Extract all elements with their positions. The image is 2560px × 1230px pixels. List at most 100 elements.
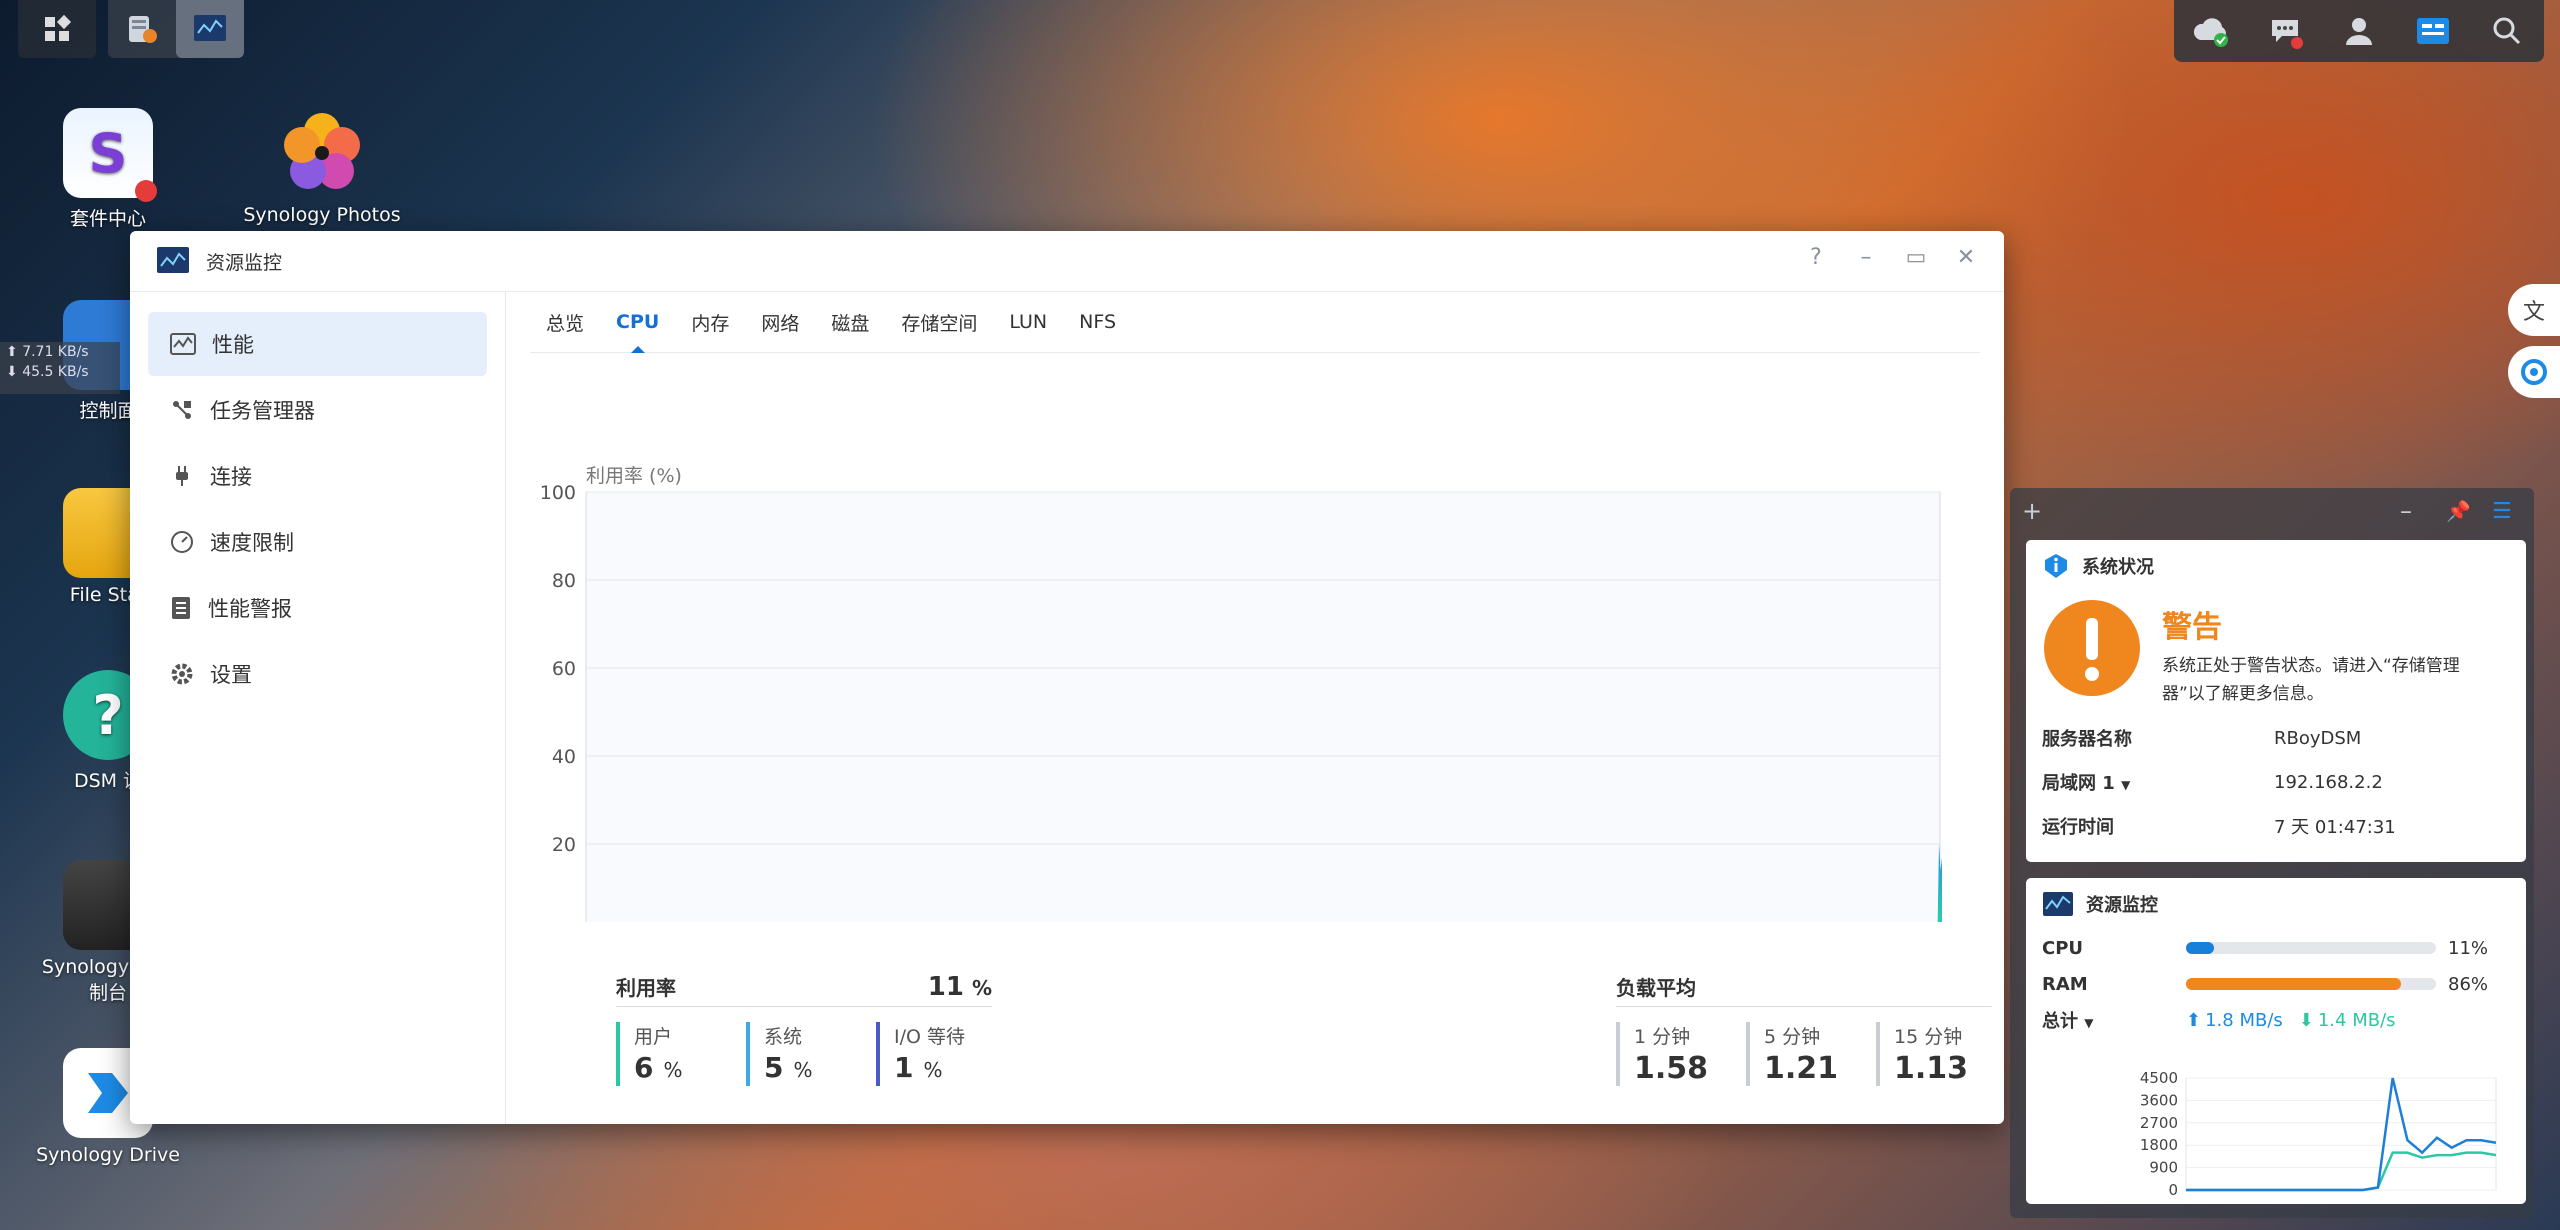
load-value: 1.21 — [1764, 1051, 1839, 1086]
mini-y-tick: 2700 — [2140, 1114, 2178, 1132]
panel-collapse-icon[interactable]: ☰ — [2492, 499, 2522, 524]
chevron-down-icon[interactable]: ▼ — [2121, 778, 2130, 792]
sidebar-item-label: 设置 — [210, 663, 252, 687]
y-tick-label: 40 — [552, 746, 576, 768]
tab-network[interactable]: 网络 — [745, 292, 815, 352]
translate-button[interactable]: 文 — [2508, 284, 2560, 336]
stat-value: 5 — [764, 1051, 784, 1084]
minimize-button[interactable]: – — [1852, 243, 1880, 271]
sidebar-item-task-manager[interactable]: 任务管理器 — [148, 378, 487, 442]
tab-disk[interactable]: 磁盘 — [815, 292, 885, 352]
resource-monitor-icon — [2043, 892, 2073, 916]
sidebar-item-connections[interactable]: 连接 — [148, 444, 487, 508]
load-label: 1 分钟 — [1634, 1026, 1691, 1048]
sidebar-item-label: 速度限制 — [210, 531, 294, 555]
report-icon — [172, 597, 190, 619]
tab-nfs[interactable]: NFS — [1063, 292, 1132, 352]
sidebar-item-settings[interactable]: 设置 — [148, 642, 487, 706]
ram-usage-row: RAM 86% — [2026, 966, 2526, 1002]
unread-dot — [2291, 37, 2303, 49]
mini-y-tick: 3600 — [2140, 1091, 2178, 1109]
stat-system: 系统 5% — [746, 1022, 813, 1086]
stat-value: 1 — [894, 1051, 914, 1084]
status-text: 警告 — [2162, 610, 2222, 645]
user-menu-button[interactable] — [2337, 9, 2381, 53]
widgets-icon — [2417, 18, 2449, 44]
load-1min: 1 分钟 1.58 — [1616, 1022, 1708, 1086]
pin-icon[interactable]: 📌 — [2446, 499, 2492, 523]
load-average-header: 负载平均 — [1616, 972, 1992, 1007]
minimize-widget-icon[interactable]: – — [2400, 497, 2446, 525]
tab-cpu[interactable]: CPU — [600, 292, 675, 353]
cpu-bar-fill — [2186, 942, 2214, 954]
plug-icon — [176, 466, 188, 486]
help-button[interactable]: ? — [1802, 243, 1830, 271]
cloud-check-icon — [2193, 18, 2228, 47]
sidebar-item-speed-limit[interactable]: 速度限制 — [148, 510, 487, 574]
add-widget-icon[interactable]: + — [2022, 497, 2052, 525]
cpu-label: CPU — [2042, 937, 2084, 959]
mini-y-tick: 1800 — [2140, 1136, 2178, 1154]
main-menu-button[interactable] — [18, 0, 96, 58]
y-tick-label: 60 — [552, 658, 576, 680]
status-message-line2: 器”以了解更多信息。 — [2162, 684, 2324, 704]
ram-value: 86% — [2448, 973, 2489, 995]
cloud-sync-button[interactable] — [2189, 9, 2233, 53]
desktop-icon-package-center[interactable]: S 套件中心 — [18, 108, 198, 231]
widgets-button[interactable] — [2411, 9, 2455, 53]
upload-speed: 7.71 KB/s — [22, 344, 89, 360]
window-title: 资源监控 — [206, 251, 283, 274]
warning-icon — [2044, 600, 2140, 696]
stat-unit: % — [663, 1058, 683, 1082]
cpu-bar — [2186, 942, 2436, 954]
card-title: 系统状况 — [2082, 557, 2154, 578]
translate-icon: 文 — [2522, 300, 2545, 325]
tab-lun[interactable]: LUN — [993, 292, 1063, 352]
sidebar-item-label: 性能 — [212, 333, 254, 357]
close-button[interactable]: ✕ — [1952, 243, 1980, 271]
window-titlebar[interactable]: 资源监控 — [130, 231, 2004, 292]
utilization-unit: % — [971, 976, 992, 1000]
desktop-icon-synology-photos[interactable]: Synology Photos — [232, 108, 412, 226]
lan-dropdown[interactable]: 局域网 1 — [2042, 773, 2115, 794]
cpu-usage-row: CPU 11% — [2026, 930, 2526, 966]
download-rate: 1.4 MB/s — [2317, 1009, 2396, 1031]
taskbar-storage-app[interactable] — [108, 0, 176, 58]
network-speed-mini: ⬆ 7.71 KB/s ⬇ 45.5 KB/s — [0, 342, 120, 394]
uptime-row: 运行时间 7 天 01:47:31 — [2026, 804, 2526, 848]
server-name-row: 服务器名称 RBoyDSM — [2026, 716, 2526, 760]
upload-rate: 1.8 MB/s — [2205, 1009, 2283, 1031]
card-title: 资源监控 — [2086, 895, 2158, 916]
total-dropdown[interactable]: 总计 — [2042, 1011, 2078, 1032]
tab-overview[interactable]: 总览 — [530, 292, 600, 352]
mini-plot-area — [2185, 1077, 2497, 1191]
plot-area — [585, 491, 1941, 933]
stat-label: 系统 — [764, 1026, 803, 1048]
stat-unit: % — [923, 1058, 943, 1082]
download-speed: 45.5 KB/s — [22, 364, 89, 380]
assistant-button[interactable] — [2508, 346, 2560, 398]
sidebar-item-performance-alerts[interactable]: 性能警报 — [148, 576, 487, 640]
row-key: 运行时间 — [2042, 817, 2114, 838]
desktop-icon-label: Synology Photos — [243, 204, 401, 226]
sidebar-item-performance[interactable]: 性能 — [148, 312, 487, 376]
user-icon — [2346, 18, 2372, 45]
main-panel: 总览 CPU 内存 网络 磁盘 存储空间 LUN NFS 利用率 (%) 100 8… — [506, 292, 2004, 1124]
notifications-button[interactable] — [2263, 9, 2307, 53]
maximize-button[interactable]: ▭ — [1902, 243, 1930, 271]
resource-monitor-window: 资源监控 ? – ▭ ✕ 性能 任务管理器 连接 速度限制 性能警报 设置 总览… — [130, 231, 2004, 1124]
chevron-down-icon[interactable]: ▼ — [2084, 1016, 2093, 1030]
tab-volume[interactable]: 存储空间 — [885, 292, 993, 352]
stat-unit: % — [793, 1058, 813, 1082]
tab-memory[interactable]: 内存 — [675, 292, 745, 352]
search-button[interactable] — [2485, 9, 2529, 53]
ram-bar — [2186, 978, 2436, 990]
load-5min: 5 分钟 1.21 — [1746, 1022, 1838, 1086]
tab-bar: 总览 CPU 内存 网络 磁盘 存储空间 LUN NFS — [530, 292, 1980, 353]
storage-manager-icon — [129, 16, 157, 43]
taskbar-resource-monitor[interactable] — [176, 0, 244, 58]
photos-flower-icon — [277, 108, 367, 198]
stat-label: 用户 — [634, 1026, 673, 1048]
sidebar-item-label: 连接 — [210, 465, 252, 489]
resource-monitor-icon — [194, 15, 226, 41]
